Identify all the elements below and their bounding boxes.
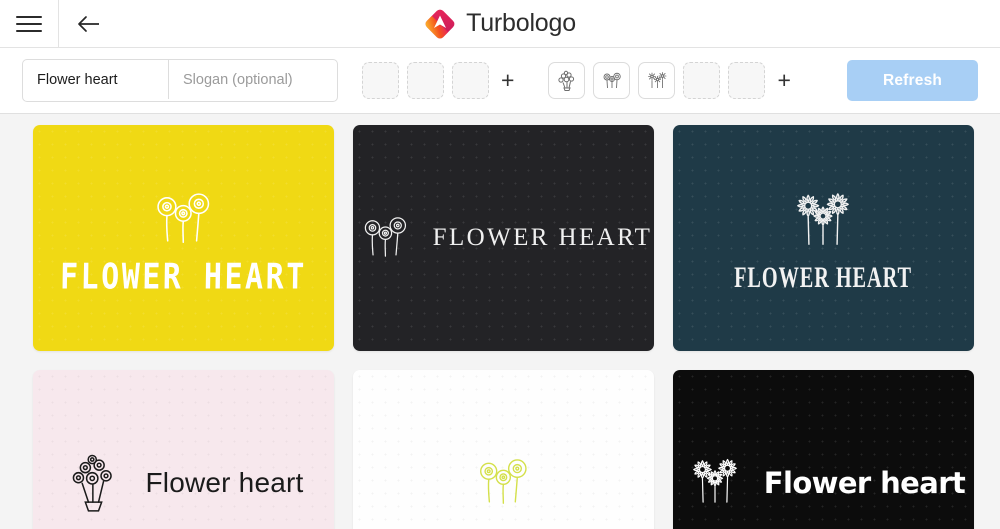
- logo-card-1[interactable]: FLOWER HEART: [33, 125, 334, 351]
- logo-text: FLOWER HEART: [734, 261, 913, 294]
- three-round-flowers-icon: [603, 72, 621, 88]
- three-daisies-icon: [784, 185, 862, 259]
- turbologo-diamond-icon: [425, 9, 455, 38]
- brand-header: Turbologo: [0, 0, 1000, 47]
- hamburger-menu-icon[interactable]: [0, 0, 59, 47]
- add-icon-button[interactable]: +: [773, 69, 794, 92]
- logo-composition: FLOWER HEART: [709, 185, 937, 294]
- three-round-flowers-icon: [156, 193, 209, 244]
- icon-slot-group: +: [548, 62, 794, 99]
- logo-text: Flower heart: [145, 467, 304, 498]
- logo-preview: FLOWER HEART: [673, 125, 974, 351]
- slogan-input[interactable]: [168, 60, 337, 99]
- logo-preview: Flower heart: [33, 370, 334, 529]
- logo-card-3[interactable]: FLOWER HEART: [673, 125, 974, 351]
- three-daisies-icon: [692, 458, 737, 503]
- logo-name-input[interactable]: [23, 60, 168, 99]
- hamburger-line: [16, 22, 42, 25]
- flower-bouquet-icon: [73, 454, 113, 512]
- color-slot-3[interactable]: [452, 62, 489, 99]
- logo-text: FLOWER HEART: [59, 256, 308, 299]
- logo-text: Flower heart: [763, 465, 966, 500]
- three-daisies-icon: [648, 71, 667, 88]
- logo-card-4[interactable]: Flower heart: [33, 370, 334, 529]
- logo-text: FLOWER HEART: [432, 224, 653, 252]
- three-round-flowers-icon: [364, 216, 406, 257]
- three-daisies-icon: [682, 452, 748, 515]
- logo-preview: Flower heart: [673, 370, 974, 529]
- color-slot-group: +: [362, 62, 518, 99]
- color-slot-1[interactable]: [362, 62, 399, 99]
- three-round-flowers-icon: [355, 209, 417, 268]
- add-color-button[interactable]: +: [497, 69, 518, 92]
- brand-name: Turbologo: [466, 9, 576, 37]
- hamburger-line: [16, 15, 42, 18]
- logo-composition: FLOWER HEART: [59, 183, 308, 299]
- icon-slot-2[interactable]: [593, 62, 631, 99]
- logo-card-5[interactable]: [353, 370, 654, 529]
- logo-composition: Flower heart: [63, 452, 303, 515]
- three-daisies-icon: [797, 193, 850, 245]
- logo-card-2[interactable]: FLOWER HEART: [353, 125, 654, 351]
- logo-gallery: FLOWER HEART FLOWER HEART FLOWER HEART F…: [0, 114, 1000, 529]
- name-slogan-group: [22, 59, 338, 102]
- top-bar: Turbologo: [0, 0, 1000, 48]
- color-slot-2[interactable]: [407, 62, 444, 99]
- refresh-button[interactable]: Refresh: [847, 60, 978, 101]
- editor-toolbar: +: [0, 48, 1000, 114]
- three-round-flowers-icon: [145, 183, 223, 257]
- hamburger-line: [16, 29, 42, 32]
- logo-preview: [353, 370, 654, 529]
- icon-slot-3[interactable]: [638, 62, 676, 99]
- three-round-flowers-icon: [469, 450, 539, 517]
- logo-composition: FLOWER HEART: [355, 209, 653, 268]
- back-arrow-icon[interactable]: [59, 0, 121, 47]
- logo-composition: [469, 450, 539, 517]
- three-round-flowers-icon: [479, 459, 527, 504]
- logo-preview: FLOWER HEART: [33, 125, 334, 351]
- logo-composition: Flower heart: [682, 452, 966, 515]
- logo-preview: FLOWER HEART: [353, 125, 654, 351]
- icon-slot-1[interactable]: [548, 62, 586, 99]
- icon-slot-4[interactable]: [683, 62, 721, 99]
- flower-bouquet-icon: [63, 452, 129, 515]
- icon-slot-5[interactable]: [728, 62, 766, 99]
- flower-bouquet-icon: [558, 70, 575, 91]
- logo-card-6[interactable]: Flower heart: [673, 370, 974, 529]
